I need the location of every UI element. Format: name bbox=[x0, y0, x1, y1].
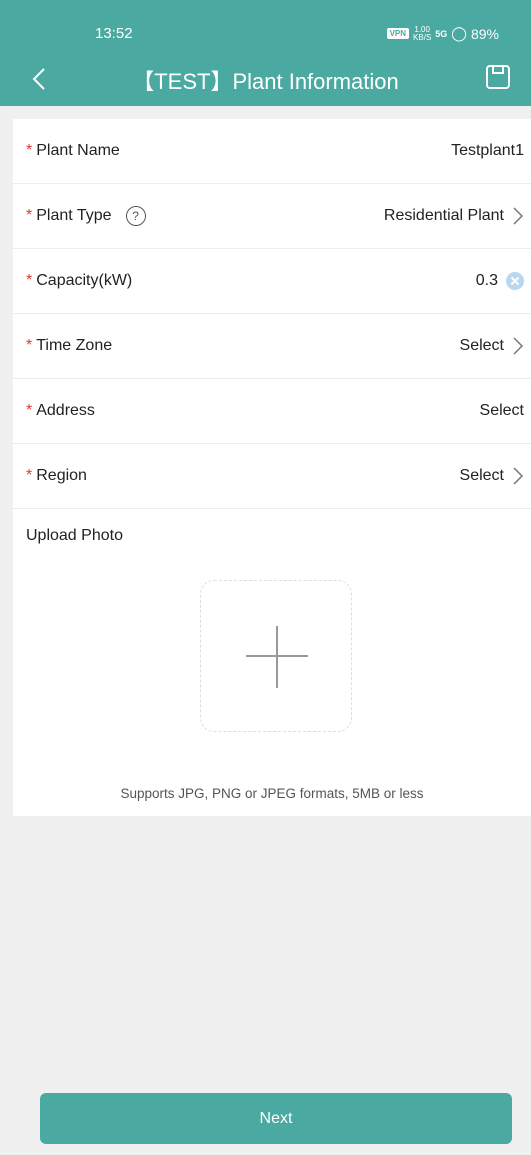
capacity-row[interactable]: * Capacity(kW) 0.3 bbox=[13, 249, 531, 314]
address-row[interactable]: * Address Select bbox=[13, 379, 531, 444]
chevron-right-icon bbox=[513, 207, 524, 225]
plant-type-label: * Plant Type ? bbox=[26, 206, 146, 226]
plant-name-label: * Plant Name bbox=[26, 142, 120, 159]
upload-hint: Supports JPG, PNG or JPEG formats, 5MB o… bbox=[120, 786, 424, 801]
speed-unit: KB/S bbox=[413, 32, 432, 42]
app-header: 13:52 VPN 1.00 KB/S 5G ◯ 89% 【TEST】Plant… bbox=[0, 0, 531, 106]
status-time: 13:52 bbox=[95, 25, 133, 42]
region-label: * Region bbox=[26, 467, 87, 484]
battery-icon: ◯ bbox=[451, 25, 467, 41]
upload-photo-label: Upload Photo bbox=[26, 527, 123, 544]
time-zone-row[interactable]: * Time Zone Select bbox=[13, 314, 531, 379]
chevron-right-icon bbox=[513, 467, 524, 485]
time-zone-value: Select bbox=[459, 337, 504, 354]
capacity-label: * Capacity(kW) bbox=[26, 272, 133, 289]
upload-photo-button[interactable] bbox=[200, 580, 352, 732]
vpn-icon: VPN bbox=[386, 28, 410, 39]
plant-type-value: Residential Plant bbox=[383, 207, 504, 224]
top-gap bbox=[0, 106, 531, 119]
capacity-input[interactable]: 0.3 bbox=[476, 272, 524, 290]
clear-icon[interactable] bbox=[506, 272, 524, 290]
page-title: 【TEST】Plant Information bbox=[132, 69, 399, 94]
plant-name-row[interactable]: * Plant Name Testplant1 bbox=[13, 119, 531, 184]
plant-form: * Plant Name Testplant1 * Plant Type ? Res… bbox=[13, 119, 531, 509]
status-icons: VPN 1.00 KB/S 5G ◯ 89% bbox=[386, 25, 499, 42]
address-select-link[interactable]: Select bbox=[480, 402, 524, 420]
battery-percent: 89% bbox=[470, 25, 499, 42]
signal-icon: 5G bbox=[435, 28, 448, 39]
capacity-value: 0.3 bbox=[475, 272, 498, 289]
time-zone-select[interactable]: Select bbox=[460, 336, 524, 356]
help-icon[interactable]: ? bbox=[125, 206, 146, 226]
address-label: * Address bbox=[26, 402, 95, 419]
save-icon[interactable] bbox=[485, 64, 511, 90]
left-gap bbox=[0, 106, 13, 1155]
region-value: Select bbox=[459, 467, 504, 484]
region-row[interactable]: * Region Select bbox=[13, 444, 531, 509]
plant-type-row[interactable]: * Plant Type ? Residential Plant bbox=[13, 184, 531, 249]
plus-icon-vertical bbox=[276, 626, 278, 688]
plant-type-select[interactable]: Residential Plant bbox=[384, 206, 524, 226]
next-button[interactable]: Next bbox=[40, 1093, 512, 1144]
time-zone-label: * Time Zone bbox=[26, 337, 113, 354]
network-speed: 1.00 KB/S bbox=[413, 25, 432, 42]
plant-name-input[interactable]: Testplant1 bbox=[451, 142, 524, 160]
region-select[interactable]: Select bbox=[460, 466, 524, 486]
chevron-right-icon bbox=[513, 337, 524, 355]
